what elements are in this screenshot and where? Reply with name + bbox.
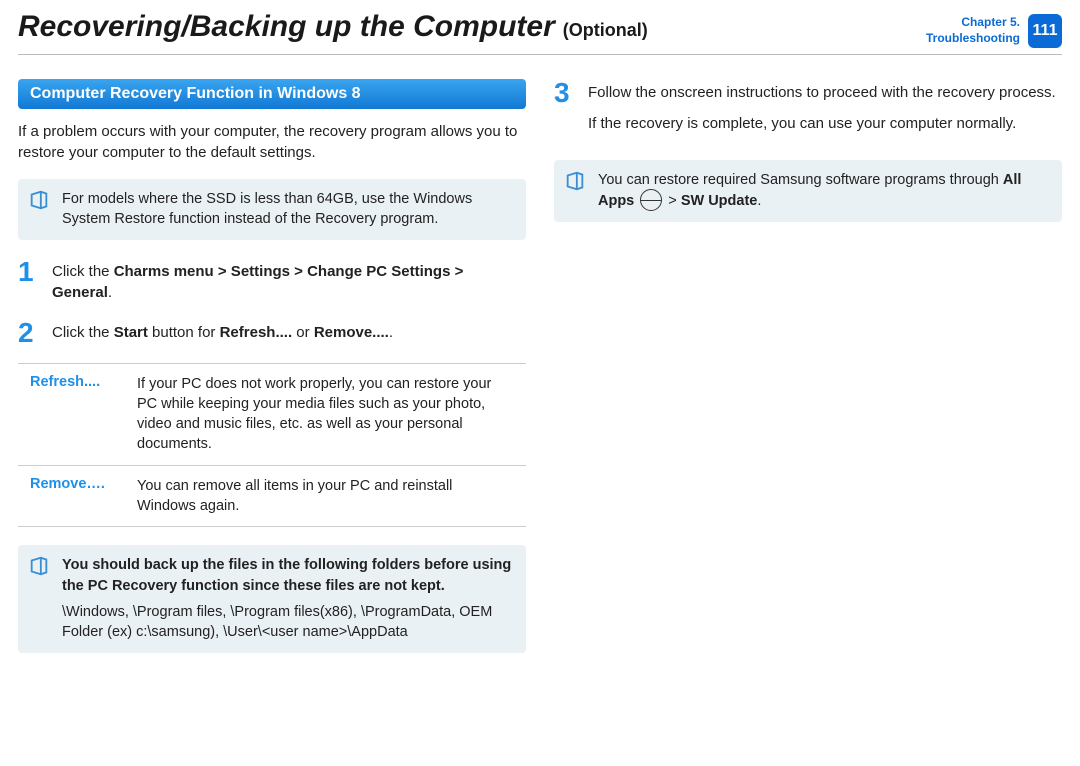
table-row: Refresh.... If your PC does not work pro… <box>18 364 526 466</box>
step-body: Click the Charms menu > Settings > Chang… <box>52 258 526 303</box>
step1-prefix: Click the <box>52 263 114 280</box>
restore-note-gt1 <box>634 193 638 209</box>
chapter-line1: Chapter 5. <box>926 15 1020 31</box>
step1-suffix: . <box>108 284 112 301</box>
right-column: 3 Follow the onscreen instructions to pr… <box>554 79 1062 671</box>
page-title: Recovering/Backing up the Computer <box>18 10 555 44</box>
option-desc-remove: You can remove all items in your PC and … <box>137 476 514 517</box>
step-number: 1 <box>18 258 42 303</box>
step-3: 3 Follow the onscreen instructions to pr… <box>554 79 1062 144</box>
backup-note-box: You should back up the files in the foll… <box>18 545 526 652</box>
restore-note-b2: SW Update <box>681 193 758 209</box>
step2-prefix: Click the <box>52 324 114 341</box>
page-number-badge: 111 <box>1028 14 1062 48</box>
page-number: 111 <box>1033 22 1058 40</box>
restore-note-suffix: . <box>757 193 761 209</box>
step3-p2: If the recovery is complete, you can use… <box>588 113 1056 134</box>
step2-mid: button for <box>148 324 220 341</box>
title-wrap: Recovering/Backing up the Computer (Opti… <box>18 10 648 44</box>
step-number: 2 <box>18 319 42 347</box>
restore-note-box: You can restore required Samsung softwar… <box>554 160 1062 222</box>
note-icon <box>28 189 50 217</box>
step2-b3: Remove.... <box>314 324 389 341</box>
step2-suffix: . <box>389 324 393 341</box>
restore-note-gt2: > <box>664 193 681 209</box>
ssd-note-box: For models where the SSD is less than 64… <box>18 179 526 240</box>
option-label-remove: Remove…. <box>30 476 125 517</box>
step-body: Click the Start button for Refresh.... o… <box>52 319 393 347</box>
all-apps-icon <box>640 189 662 211</box>
restore-note-prefix: You can restore required Samsung softwar… <box>598 172 1003 188</box>
note-icon <box>564 170 586 198</box>
section-heading: Computer Recovery Function in Windows 8 <box>18 79 526 109</box>
options-table: Refresh.... If your PC does not work pro… <box>18 363 526 528</box>
intro-text: If a problem occurs with your computer, … <box>18 121 526 163</box>
content: Computer Recovery Function in Windows 8 … <box>0 55 1080 671</box>
chapter-line2: Troubleshooting <box>926 31 1020 47</box>
ssd-note-text: For models where the SSD is less than 64… <box>62 191 472 227</box>
step2-b2: Refresh.... <box>220 324 293 341</box>
step-body: Follow the onscreen instructions to proc… <box>588 79 1056 144</box>
page-header: Recovering/Backing up the Computer (Opti… <box>0 0 1080 48</box>
step-number: 3 <box>554 79 578 144</box>
step-1: 1 Click the Charms menu > Settings > Cha… <box>18 258 526 303</box>
option-label-refresh: Refresh.... <box>30 374 125 455</box>
step3-p1: Follow the onscreen instructions to proc… <box>588 82 1056 103</box>
step2-or: or <box>292 324 314 341</box>
step-2: 2 Click the Start button for Refresh....… <box>18 319 526 347</box>
left-column: Computer Recovery Function in Windows 8 … <box>18 79 526 671</box>
backup-note-bold: You should back up the files in the foll… <box>62 557 511 593</box>
table-row: Remove…. You can remove all items in you… <box>18 466 526 527</box>
chapter-info: Chapter 5. Troubleshooting <box>926 15 1020 46</box>
backup-note-body: \Windows, \Program files, \Program files… <box>62 604 492 640</box>
step1-bold: Charms menu > Settings > Change PC Setti… <box>52 263 463 301</box>
header-right: Chapter 5. Troubleshooting 111 <box>926 10 1062 48</box>
note-icon <box>28 555 50 583</box>
page-subtitle: (Optional) <box>563 20 648 41</box>
step2-b1: Start <box>114 324 148 341</box>
option-desc-refresh: If your PC does not work properly, you c… <box>137 374 514 455</box>
